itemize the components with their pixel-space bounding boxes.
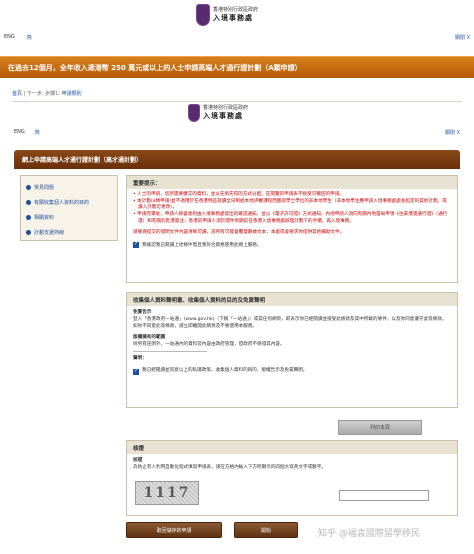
captcha-input[interactable] xyxy=(339,490,429,501)
sidebar-item-faq[interactable]: 常見問題 xyxy=(26,180,112,195)
disclaimer-text: 登入「香港政府一站通」(www.gov.hk)（下稱「一站通」）或其任何網頁，即… xyxy=(133,316,447,329)
divider xyxy=(133,351,207,353)
notice-item: • 申請完畢後，申請人將會收到由入境事務處發出的確認通知，並以《電子許可證》方式… xyxy=(133,211,448,224)
hksar-emblem-icon xyxy=(188,104,200,122)
verification-instructions: 為防止有人利用自動化程式填寫申請表，請在方格內輸入下方所顯示的四個大寫英文字或數… xyxy=(133,464,326,470)
immd-logo: 香港特別行政區政府 入境事務處 xyxy=(196,4,258,26)
disclaimer-heading: 免責告示 xyxy=(133,310,152,315)
breadcrumb: 首頁 | 下一步: 步驟1: 申請類別 xyxy=(12,91,82,97)
inner-lang-simplified-link[interactable]: 简 xyxy=(35,129,40,136)
notice-item: • 本計劃(a類申請)並不適用於在香港特區就讀全日制經本地評審課程而獲得學士學位… xyxy=(133,198,447,211)
retrieve-saved-application-button[interactable]: 取回儲存的申請 xyxy=(126,522,222,538)
start-button[interactable]: 開始 xyxy=(234,522,298,538)
arrow-icon xyxy=(26,200,31,205)
sidebar-item-privacy[interactable]: 有關收集個人資料的目的 xyxy=(26,195,112,210)
verification-panel: 核證 核證 為防止有人利用自動化程式填寫申請表，請在方格內輸入下方所顯示的四個大… xyxy=(126,440,458,516)
inner-title-bar: 網上申請高端人才通行證計劃（高才通計劃） xyxy=(14,150,460,169)
dept-name-line2: 入境事務處 xyxy=(213,13,253,22)
immd-logo-inner: 香港特別行政區政府 入境事務處 xyxy=(188,104,248,122)
privacy-agree-checkbox[interactable] xyxy=(133,368,139,375)
arrow-icon xyxy=(26,230,31,235)
document-note: 請確保提交的證明文件內容清晰可讀，該所有可能會覆蓋數據文本，本處或會要求你提供其… xyxy=(133,230,345,236)
copyright-text: 除另有註明外，一站通內的資料及內容由政府管理，但政府不保證其內容。 xyxy=(133,341,285,347)
verification-heading: 核證 xyxy=(133,458,143,463)
arrow-icon xyxy=(26,185,31,190)
breadcrumb-home[interactable]: 首頁 xyxy=(12,91,22,97)
eligibility-agree-row: 我確認我已閱讀上述條件而且我符合資格使用此網上服務。 xyxy=(133,241,451,248)
privacy-agree-row: 我已經閱讀並同意以上的私隱政策、收集個人資料的目的、版權告示及免責聲明。 xyxy=(133,368,451,375)
copyright-heading: 版權擁有的範圍 xyxy=(133,334,166,340)
breadcrumb-current: 申請類別 xyxy=(61,91,82,97)
close-link[interactable]: 關閉 X xyxy=(455,34,470,41)
sidebar: 常見問題 有關收集個人資料的目的 相關資料 計劃支援熱線 xyxy=(20,175,118,241)
print-page-button[interactable]: 列印本頁 xyxy=(338,420,422,435)
privacy-agree-label: 我已經閱讀並同意以上的私隱政策、收集個人資料的目的、版權告示及免責聲明。 xyxy=(142,368,308,374)
watermark: 知乎 @福袁國際留學移民 xyxy=(318,529,420,539)
hksar-emblem-icon xyxy=(196,4,210,26)
inner-language-bar: ENG 简 關閉 X xyxy=(14,129,460,136)
captcha-image: 1117 xyxy=(135,481,199,505)
lang-eng-link[interactable]: ENG xyxy=(4,34,15,41)
eligibility-agree-label: 我確認我已閱讀上述條件而且我符合資格使用此網上服務。 xyxy=(142,242,262,248)
important-notice-panel: 重要提示： • 人士的申請，您所需要繳交的資料，並以先到先得的方式分配。在閱覽的… xyxy=(126,175,458,283)
declaration-heading: 聲明： xyxy=(133,356,147,362)
eligibility-agree-checkbox[interactable] xyxy=(133,241,139,248)
important-notice-title: 重要提示： xyxy=(127,176,457,189)
lang-simplified-link[interactable]: 简 xyxy=(27,34,32,41)
privacy-title: 收集個人資料聲明書、收集個人資料的目的及免責聲明 xyxy=(127,293,457,306)
verification-title: 核證 xyxy=(127,441,457,454)
privacy-panel: 收集個人資料聲明書、收集個人資料的目的及免責聲明 免責告示 登入「香港政府一站通… xyxy=(126,292,458,408)
notice-item: • 人士的申請，您所需要繳交的資料，並以先到先得的方式分配。在閱覽的申請表不接受… xyxy=(133,192,344,197)
inner-close-link[interactable]: 關閉 X xyxy=(445,129,460,136)
divider xyxy=(12,101,462,102)
sidebar-item-hotline[interactable]: 計劃支援熱線 xyxy=(26,225,112,240)
language-bar: ENG 简 關閉 X xyxy=(4,34,470,41)
page-title-bar: 在過去12個月，全年收入達港幣 250 萬元或以上的人士申請高端人才通行證計劃（… xyxy=(0,56,474,78)
arrow-icon xyxy=(26,215,31,220)
sidebar-item-related-info[interactable]: 相關資料 xyxy=(26,210,112,225)
inner-lang-eng-link[interactable]: ENG xyxy=(14,129,25,136)
